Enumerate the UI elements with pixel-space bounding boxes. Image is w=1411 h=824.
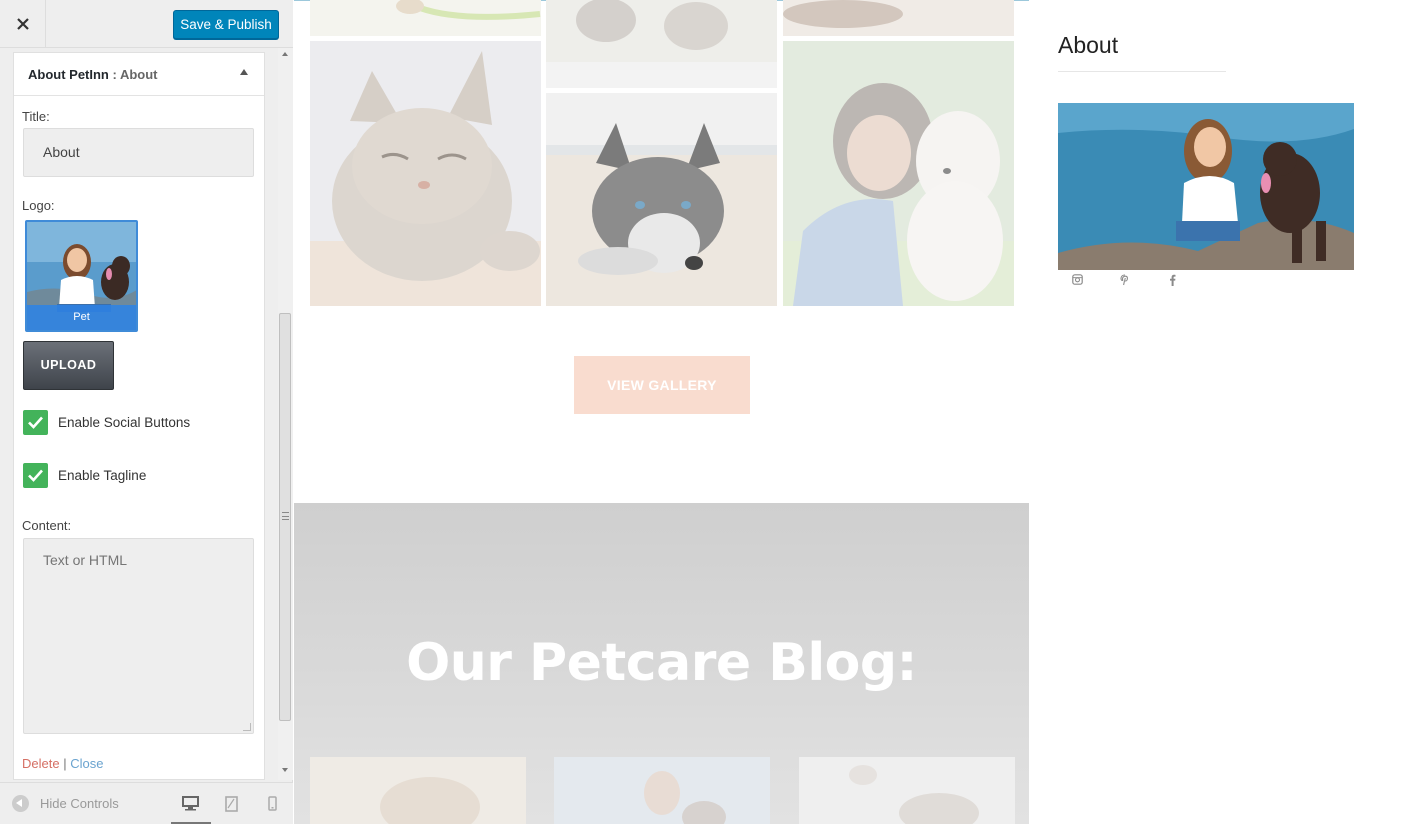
sidebar-scrollbar[interactable] bbox=[278, 48, 293, 780]
logo-caption: Pet bbox=[27, 305, 136, 330]
kittens-image bbox=[546, 0, 777, 88]
gallery-image[interactable] bbox=[546, 0, 777, 88]
blog-card[interactable] bbox=[799, 757, 1015, 824]
save-publish-button[interactable]: Save & Publish bbox=[173, 10, 279, 39]
tablet-icon[interactable] bbox=[225, 796, 238, 812]
gallery-image-fragment bbox=[396, 0, 541, 20]
collapse-arrow-icon[interactable] bbox=[240, 69, 248, 75]
widget-subtitle: About bbox=[119, 67, 158, 82]
blog-card-image bbox=[310, 757, 526, 824]
checkmark-icon bbox=[28, 469, 43, 482]
checkmark-icon bbox=[28, 416, 43, 429]
logo-thumbnail[interactable]: Pet bbox=[25, 220, 138, 332]
textarea-resize-handle[interactable] bbox=[243, 723, 251, 731]
widget-title-separator: : bbox=[108, 67, 120, 82]
content-textarea[interactable] bbox=[23, 538, 254, 734]
facebook-icon[interactable] bbox=[1169, 274, 1176, 286]
upload-button[interactable]: UPLOAD bbox=[23, 341, 114, 390]
gallery-image-woman-poodle[interactable] bbox=[783, 41, 1014, 306]
gallery-image-kitten[interactable] bbox=[310, 41, 541, 306]
widget-actions: Delete | Close bbox=[22, 756, 103, 771]
scroll-up-icon[interactable] bbox=[282, 52, 288, 56]
delete-link[interactable]: Delete bbox=[22, 756, 60, 771]
enable-social-label: Enable Social Buttons bbox=[58, 415, 191, 430]
site-preview: VIEW GALLERY Our Petcare Blog: About bbox=[294, 0, 1411, 824]
customizer-sidebar: Save & Publish About PetInn : About Titl… bbox=[0, 0, 293, 824]
close-icon bbox=[16, 18, 29, 30]
husky-image bbox=[546, 93, 777, 306]
widget-header[interactable]: About PetInn : About bbox=[14, 53, 264, 96]
desktop-icon[interactable] bbox=[182, 796, 199, 811]
customizer-footer: Hide Controls bbox=[0, 782, 293, 824]
customizer-app: Save & Publish About PetInn : About Titl… bbox=[0, 0, 1411, 824]
about-logo-image bbox=[1058, 103, 1354, 270]
scrollbar-grip-icon bbox=[282, 512, 289, 520]
scroll-down-icon[interactable] bbox=[282, 768, 288, 772]
blog-card[interactable] bbox=[310, 757, 526, 824]
hide-controls-button[interactable]: Hide Controls bbox=[40, 796, 119, 811]
gallery-image-husky[interactable] bbox=[546, 93, 777, 306]
content-label: Content: bbox=[22, 518, 72, 533]
enable-social-checkbox[interactable] bbox=[23, 410, 48, 435]
title-input[interactable]: About bbox=[23, 128, 254, 177]
about-widget-title: About bbox=[1058, 32, 1119, 58]
instagram-icon[interactable] bbox=[1072, 274, 1083, 285]
enable-tagline-label: Enable Tagline bbox=[58, 468, 147, 483]
blog-card-image bbox=[554, 757, 770, 824]
enable-tagline-checkbox[interactable] bbox=[23, 463, 48, 488]
mobile-icon[interactable] bbox=[268, 796, 277, 811]
view-gallery-button[interactable]: VIEW GALLERY bbox=[574, 356, 750, 414]
close-customizer-button[interactable] bbox=[0, 0, 46, 47]
widget-title: About PetInn : About bbox=[28, 67, 158, 82]
collapse-arrow-circle-icon[interactable] bbox=[12, 795, 29, 812]
logo-label: Logo: bbox=[22, 198, 55, 213]
widget-name: About PetInn bbox=[28, 67, 109, 82]
scrollbar-thumb[interactable] bbox=[279, 313, 291, 721]
blog-card[interactable] bbox=[554, 757, 770, 824]
customizer-header: Save & Publish bbox=[0, 0, 293, 48]
actions-separator: | bbox=[59, 756, 71, 771]
gallery-image[interactable] bbox=[310, 0, 541, 36]
gallery-image[interactable] bbox=[783, 0, 1014, 36]
blog-section-title: Our Petcare Blog: bbox=[406, 633, 917, 693]
dog-image-fragment bbox=[783, 0, 903, 28]
pinterest-icon[interactable] bbox=[1120, 274, 1130, 286]
about-title-divider bbox=[1058, 71, 1226, 72]
blog-card-image bbox=[799, 757, 1015, 824]
blog-section: Our Petcare Blog: bbox=[294, 503, 1029, 824]
kitten-image bbox=[310, 41, 541, 306]
title-label: Title: bbox=[22, 109, 50, 124]
woman-with-dog-photo bbox=[1058, 103, 1354, 270]
close-link[interactable]: Close bbox=[70, 756, 103, 771]
woman-poodle-image bbox=[783, 41, 1014, 306]
